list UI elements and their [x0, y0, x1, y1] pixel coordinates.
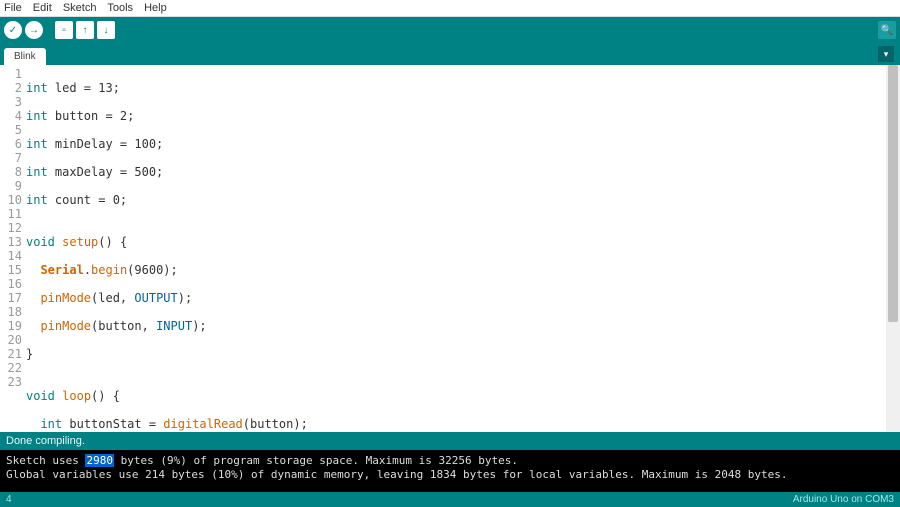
- code-editor[interactable]: 1234567891011121314151617181920212223 in…: [0, 65, 900, 432]
- status-bar: Done compiling.: [0, 432, 900, 450]
- arrow-up-icon: ↑: [83, 25, 88, 36]
- open-button[interactable]: ↑: [76, 21, 94, 39]
- arrow-down-icon: ↓: [104, 25, 109, 36]
- menu-file[interactable]: File: [4, 2, 22, 14]
- file-icon: ▫: [62, 25, 66, 36]
- line-gutter: 1234567891011121314151617181920212223: [0, 65, 26, 432]
- verify-button[interactable]: ✓: [4, 21, 22, 39]
- upload-button[interactable]: →: [25, 21, 43, 39]
- new-button[interactable]: ▫: [55, 21, 73, 39]
- menu-bar: File Edit Sketch Tools Help: [0, 0, 900, 17]
- highlighted-bytes: 2980: [85, 454, 114, 467]
- chevron-down-icon: ▾: [884, 49, 889, 60]
- magnifier-icon: 🔍: [881, 25, 893, 36]
- menu-tools[interactable]: Tools: [107, 2, 133, 14]
- scrollbar[interactable]: [886, 65, 900, 432]
- toolbar: ✓ → ▫ ↑ ↓ 🔍: [0, 17, 900, 43]
- tab-blink[interactable]: Blink: [4, 48, 46, 65]
- footer-bar: 4 Arduino Uno on COM3: [0, 492, 900, 507]
- check-icon: ✓: [9, 25, 17, 36]
- arrow-right-icon: →: [29, 25, 39, 36]
- tab-bar: Blink ▾: [0, 43, 900, 65]
- code-area[interactable]: int led = 13; int button = 2; int minDel…: [26, 65, 900, 432]
- line-indicator: 4: [6, 494, 12, 505]
- menu-help[interactable]: Help: [144, 2, 167, 14]
- menu-sketch[interactable]: Sketch: [63, 2, 97, 14]
- console-output: Sketch uses 2980 bytes (9%) of program s…: [0, 450, 900, 492]
- save-button[interactable]: ↓: [97, 21, 115, 39]
- serial-monitor-button[interactable]: 🔍: [878, 21, 896, 39]
- tab-menu-button[interactable]: ▾: [878, 46, 894, 62]
- scroll-thumb[interactable]: [888, 65, 898, 322]
- menu-edit[interactable]: Edit: [33, 2, 52, 14]
- board-port-label: Arduino Uno on COM3: [793, 494, 894, 505]
